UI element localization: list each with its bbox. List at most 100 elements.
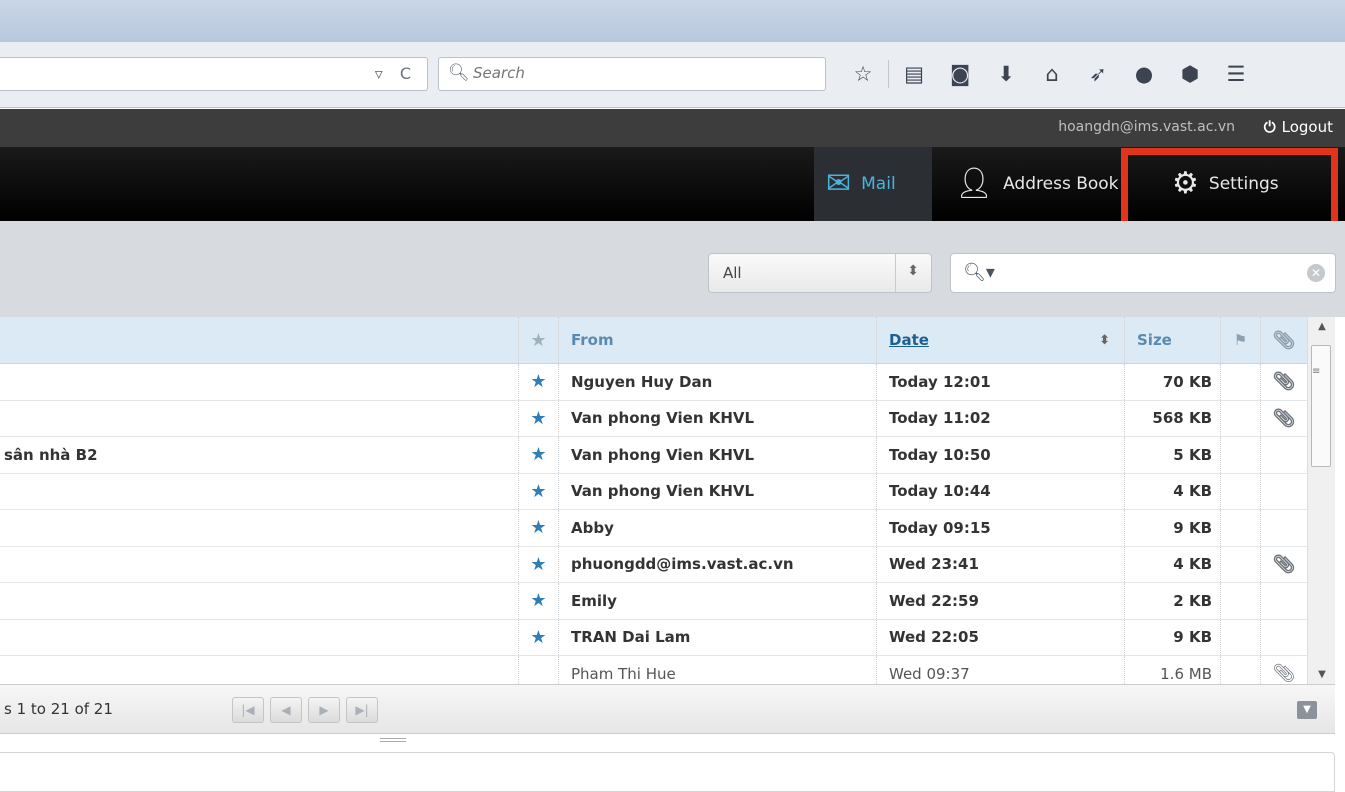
- logout-label: Logout: [1281, 118, 1333, 136]
- url-bar[interactable]: ▿ C: [0, 57, 428, 91]
- mail-search-box[interactable]: 🔍︎▾ ✕: [950, 253, 1336, 293]
- message-date: Today 11:02: [876, 400, 1124, 436]
- last-page-button[interactable]: ▶|: [346, 697, 378, 723]
- message-subject[interactable]: [0, 364, 518, 400]
- attachment-cell: [1260, 437, 1307, 473]
- table-row[interactable]: Pham Thi Hue Wed 09:37 1.6 MB 📎︎: [0, 656, 1307, 684]
- flag-cell[interactable]: [1220, 473, 1260, 509]
- message-subject[interactable]: [0, 583, 518, 619]
- reading-list-icon[interactable]: ▤: [891, 56, 937, 92]
- table-row[interactable]: ★ Van phong Vien KHVL Today 11:02 568 KB 📎︎: [0, 400, 1307, 437]
- paperclip-icon: 📎︎: [1260, 400, 1307, 436]
- nav-mail-label: Mail: [861, 174, 896, 194]
- date-column-header[interactable]: Date ⬍: [876, 317, 1124, 363]
- from-column-header[interactable]: From: [558, 317, 876, 363]
- message-subject[interactable]: [0, 474, 518, 510]
- star-icon[interactable]: ☆: [840, 56, 886, 92]
- chat-icon[interactable]: ●: [1121, 56, 1167, 92]
- message-from: Emily: [558, 583, 876, 619]
- table-row[interactable]: ★ TRAN Dai Lam Wed 22:05 9 KB: [0, 619, 1307, 656]
- table-row[interactable]: ★ Nguyen Huy Dan Today 12:01 70 KB 📎︎: [0, 364, 1307, 401]
- flag-cell[interactable]: [1220, 437, 1260, 473]
- scroll-down-icon[interactable]: ▼: [1308, 669, 1336, 680]
- send-icon[interactable]: ➶: [1075, 56, 1121, 92]
- flag-cell[interactable]: [1220, 546, 1260, 582]
- message-rows: ★ Nguyen Huy Dan Today 12:01 70 KB 📎︎ ★ Van ph…: [0, 364, 1307, 684]
- logout-link[interactable]: ⏻ Logout: [1264, 118, 1333, 136]
- select-divider: [895, 254, 896, 292]
- browser-toolbar: ▿ C 🔍︎ ☆ ▤ ◙ ⬇ ⌂ ➶ ● ⬢ ☰: [0, 42, 1345, 108]
- message-subject[interactable]: [0, 510, 518, 546]
- star-icon[interactable]: ★: [518, 510, 558, 546]
- reset-search-icon[interactable]: ✕: [1307, 264, 1325, 282]
- star-icon[interactable]: ★: [518, 546, 558, 582]
- message-from: TRAN Dai Lam: [558, 619, 876, 655]
- search-options-icon[interactable]: 🔍︎▾: [963, 262, 995, 283]
- star-icon[interactable]: ★: [518, 364, 558, 400]
- table-row[interactable]: ★ Van phong Vien KHVL Today 10:44 4 KB: [0, 473, 1307, 510]
- star-icon[interactable]: ★: [518, 619, 558, 655]
- filter-bar: All ⬍ 🔍︎▾ ✕: [0, 221, 1345, 317]
- message-date: Today 12:01: [876, 364, 1124, 400]
- attachment-cell: [1260, 619, 1307, 655]
- flag-cell[interactable]: [1220, 510, 1260, 546]
- message-size: 5 KB: [1124, 437, 1220, 473]
- extension-icon[interactable]: ⬢: [1167, 56, 1213, 92]
- envelope-icon: ✉: [826, 166, 852, 201]
- message-subject[interactable]: sân nhà B2: [0, 437, 518, 473]
- flag-cell[interactable]: [1220, 583, 1260, 619]
- subject-column-header[interactable]: [0, 317, 518, 363]
- star-icon[interactable]: ★: [518, 437, 558, 473]
- date-column-label: Date: [889, 331, 929, 349]
- flag-cell[interactable]: [1220, 400, 1260, 436]
- hamburger-menu-icon[interactable]: ☰: [1213, 56, 1259, 92]
- star-icon[interactable]: ★: [518, 583, 558, 619]
- url-bar-controls[interactable]: ▿ C: [375, 64, 417, 83]
- pane-splitter[interactable]: [380, 738, 406, 742]
- table-row[interactable]: ★ Emily Wed 22:59 2 KB: [0, 583, 1307, 620]
- filter-select[interactable]: All ⬍: [708, 253, 932, 293]
- nav-mail[interactable]: ✉ Mail: [814, 147, 932, 221]
- message-subject[interactable]: [0, 620, 518, 656]
- flag-cell[interactable]: [1220, 364, 1260, 400]
- nav-address-book-label: Address Book: [1003, 174, 1119, 194]
- power-icon: ⏻: [1263, 118, 1276, 136]
- next-page-button[interactable]: ▶: [308, 697, 340, 723]
- message-from: Pham Thi Hue: [558, 656, 876, 684]
- table-row[interactable]: ★ phuongdd@ims.vast.ac.vn Wed 23:41 4 KB 📎︎: [0, 546, 1307, 583]
- message-subject[interactable]: [0, 547, 518, 583]
- home-icon[interactable]: ⌂: [1029, 56, 1075, 92]
- browser-search-box[interactable]: 🔍︎: [438, 57, 826, 91]
- size-column-header[interactable]: Size: [1124, 317, 1220, 363]
- flag-cell[interactable]: [1220, 619, 1260, 655]
- star-icon[interactable]: ★: [518, 473, 558, 509]
- star-icon[interactable]: ★: [518, 400, 558, 436]
- flag-cell[interactable]: [1220, 656, 1260, 684]
- message-subject[interactable]: [0, 656, 518, 684]
- updown-arrow-icon: ⬍: [907, 263, 919, 279]
- table-row[interactable]: sân nhà B2 ★ Van phong Vien KHVL Today 10:5…: [0, 437, 1307, 474]
- previous-page-button[interactable]: ◀: [270, 697, 302, 723]
- sort-arrow-icon: ⬍: [1099, 332, 1110, 348]
- pocket-icon[interactable]: ◙: [937, 56, 983, 92]
- first-page-button[interactable]: |◀: [232, 697, 264, 723]
- nav-address-book[interactable]: 👤︎ Address Book: [950, 147, 1140, 221]
- scrollbar[interactable]: ▲ ≡ ▼: [1307, 317, 1335, 684]
- nav-settings[interactable]: ⚙ Settings: [1160, 147, 1320, 221]
- toggle-preview-icon[interactable]: ▼: [1297, 701, 1317, 719]
- paperclip-icon: 📎︎: [1260, 656, 1307, 684]
- download-icon[interactable]: ⬇: [983, 56, 1029, 92]
- star-icon[interactable]: [518, 656, 558, 684]
- scroll-grip-icon: ≡: [1312, 366, 1321, 377]
- list-footer: s 1 to 21 of 21 |◀ ◀ ▶ ▶| ▼: [0, 684, 1335, 734]
- attachment-column-icon[interactable]: 📎︎: [1260, 317, 1307, 363]
- scroll-up-icon[interactable]: ▲: [1308, 321, 1336, 332]
- message-size: 9 KB: [1124, 619, 1220, 655]
- scrollbar-thumb[interactable]: [1311, 345, 1331, 467]
- flagged-star-column-icon[interactable]: ★: [518, 317, 558, 363]
- message-list-header: ★ From Date ⬍ Size ⚑ 📎︎: [0, 317, 1307, 364]
- message-subject[interactable]: [0, 401, 518, 437]
- browser-search-input[interactable]: [473, 64, 803, 82]
- table-row[interactable]: ★ Abby Today 09:15 9 KB: [0, 510, 1307, 547]
- flag-column-icon[interactable]: ⚑: [1220, 317, 1260, 363]
